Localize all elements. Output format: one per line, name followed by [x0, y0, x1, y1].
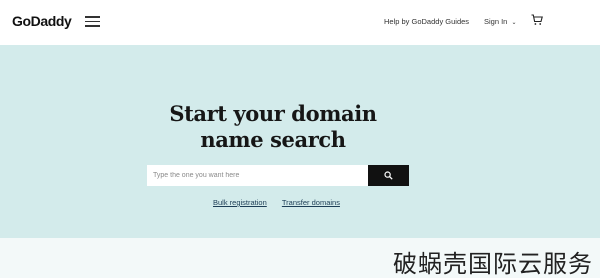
watermark-text: 破蜗壳国际云服务 [393, 250, 593, 278]
chevron-down-icon: ⌄ [511, 20, 517, 26]
hamburger-menu-icon[interactable] [85, 16, 100, 27]
domain-search-input[interactable] [147, 165, 368, 186]
help-guides-link[interactable]: Help by GoDaddy Guides [384, 17, 469, 26]
bulk-registration-link[interactable]: Bulk registration [213, 198, 267, 207]
search-icon [384, 171, 393, 180]
hero-section: Start your domain name search Bulk regis… [0, 45, 600, 238]
cart-icon[interactable] [531, 14, 543, 26]
search-links: Bulk registration Transfer domains [213, 198, 340, 207]
godaddy-logo[interactable]: GoDaddy [12, 13, 72, 29]
sign-in-button[interactable]: Sign In ⌄ [484, 17, 516, 26]
search-button[interactable] [368, 165, 409, 186]
title-line-2: name search [200, 127, 346, 152]
transfer-domains-link[interactable]: Transfer domains [282, 198, 340, 207]
sign-in-label: Sign In [484, 17, 508, 26]
page-title: Start your domain name search [150, 101, 396, 153]
site-header: GoDaddy Help by GoDaddy Guides Sign In ⌄ [0, 0, 600, 45]
title-line-1: Start your domain [169, 101, 377, 126]
